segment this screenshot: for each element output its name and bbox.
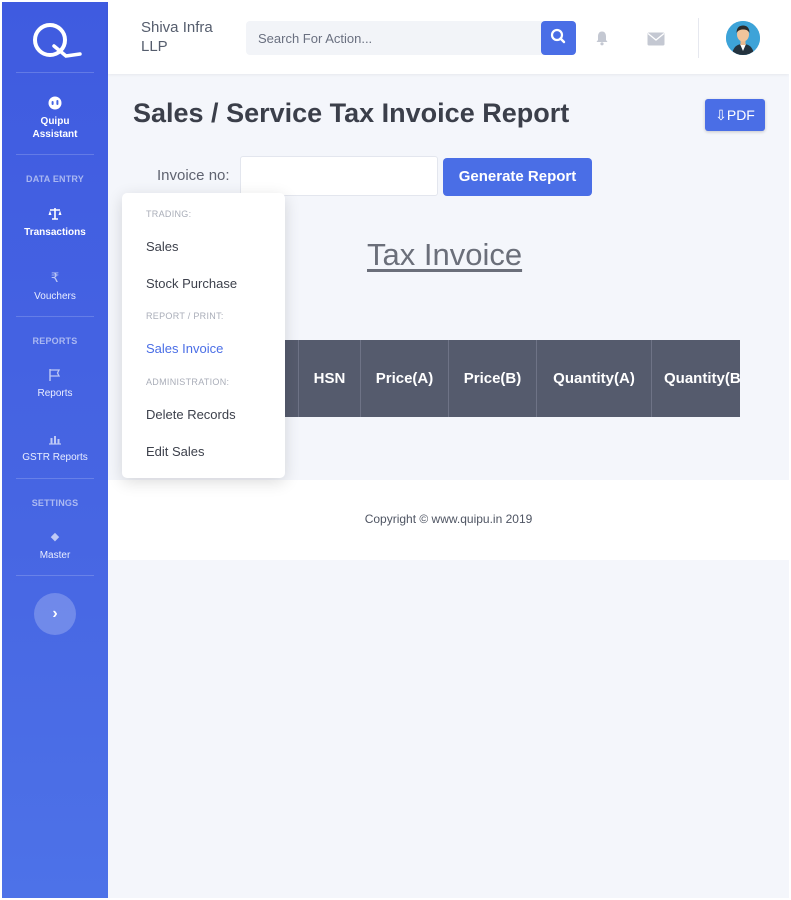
flag-icon <box>49 369 61 381</box>
topbar: Shiva Infra LLP <box>108 2 789 74</box>
sidebar-item-master[interactable]: ◆ Master <box>2 529 108 562</box>
search-input[interactable] <box>246 21 538 55</box>
menu-item-delete-records[interactable]: Delete Records <box>146 407 236 422</box>
invoice-table-header: HSN Price(A) Price(B) Quantity(A) Quanti… <box>252 340 740 417</box>
tax-invoice-title: Tax Invoice <box>367 237 523 272</box>
sidebar-item-label: Vouchers <box>34 291 76 302</box>
menu-heading-report-print: REPORT / PRINT: <box>146 311 224 321</box>
table-header-quantity-b: Quantity(B) <box>664 370 740 387</box>
sidebar-divider <box>16 154 94 155</box>
sidebar-item-quipu-assistant[interactable]: Quipu Assistant <box>2 95 108 141</box>
app-frame: Quipu Assistant DATA ENTRY Transactions … <box>2 2 789 898</box>
sidebar-item-label: Master <box>39 550 71 561</box>
user-avatar-icon <box>726 21 760 55</box>
search-button[interactable] <box>541 21 576 55</box>
sidebar-heading-settings: SETTINGS <box>31 498 79 508</box>
table-header-hsn: HSN <box>299 340 361 417</box>
sidebar-divider <box>16 478 94 479</box>
sidebar-expand-button[interactable]: › <box>34 593 76 635</box>
menu-item-edit-sales[interactable]: Edit Sales <box>146 444 205 459</box>
sidebar-item-label: Reports <box>37 388 73 399</box>
table-header-quantity-a: Quantity(A) <box>537 340 652 417</box>
table-header-price-a: Price(A) <box>361 340 449 417</box>
rupee-icon: ₹ <box>50 270 60 285</box>
sidebar-item-vouchers[interactable]: ₹ Vouchers <box>2 270 108 303</box>
scale-icon <box>48 208 62 220</box>
bar-chart-icon <box>49 436 61 445</box>
sidebar-divider <box>16 316 94 317</box>
bell-icon[interactable] <box>594 30 610 46</box>
sidebar-item-label: Quipu Assistant <box>32 116 78 140</box>
sidebar-heading-reports: REPORTS <box>32 336 78 346</box>
sidebar-divider <box>16 575 94 576</box>
menu-item-sales[interactable]: Sales <box>146 239 179 254</box>
avatar[interactable] <box>726 21 760 55</box>
menu-heading-administration: ADMINISTRATION: <box>146 377 230 387</box>
company-name[interactable]: Shiva Infra LLP <box>141 18 241 56</box>
sidebar-divider <box>16 72 94 73</box>
pdf-download-button[interactable]: ⇩PDF <box>705 99 765 131</box>
sidebar: Quipu Assistant DATA ENTRY Transactions … <box>2 2 108 898</box>
search-bar <box>246 21 576 55</box>
sidebar-item-reports[interactable]: Reports <box>2 367 108 400</box>
assistant-icon <box>48 96 62 110</box>
sidebar-heading-data-entry: DATA ENTRY <box>26 174 84 184</box>
invoice-no-label: Invoice no: <box>157 167 230 184</box>
menu-heading-trading: TRADING: <box>146 209 192 219</box>
page-title: Sales / Service Tax Invoice Report <box>133 98 570 128</box>
generate-report-button[interactable]: Generate Report <box>443 158 592 196</box>
copyright-text: Copyright © www.quipu.in 2019 <box>364 512 533 526</box>
sidebar-item-label: Transactions <box>24 227 86 238</box>
mail-icon[interactable] <box>647 32 665 46</box>
footer: Copyright © www.quipu.in 2019 <box>108 480 789 560</box>
menu-item-sales-invoice[interactable]: Sales Invoice <box>146 341 223 356</box>
invoice-no-input[interactable] <box>240 156 438 196</box>
transactions-dropdown-menu: TRADING: Sales Stock Purchase REPORT / P… <box>122 193 285 478</box>
table-header-price-b: Price(B) <box>449 340 537 417</box>
sidebar-item-transactions[interactable]: Transactions <box>2 206 108 239</box>
quipu-logo[interactable] <box>28 18 82 62</box>
topbar-divider <box>698 18 699 58</box>
sidebar-item-label: GSTR Reports <box>22 452 88 463</box>
sidebar-item-gstr-reports[interactable]: GSTR Reports <box>2 431 108 464</box>
diamond-icon: ◆ <box>50 531 60 543</box>
menu-item-stock-purchase[interactable]: Stock Purchase <box>146 276 237 291</box>
chevron-right-icon: › <box>52 605 58 622</box>
search-icon <box>550 28 566 44</box>
